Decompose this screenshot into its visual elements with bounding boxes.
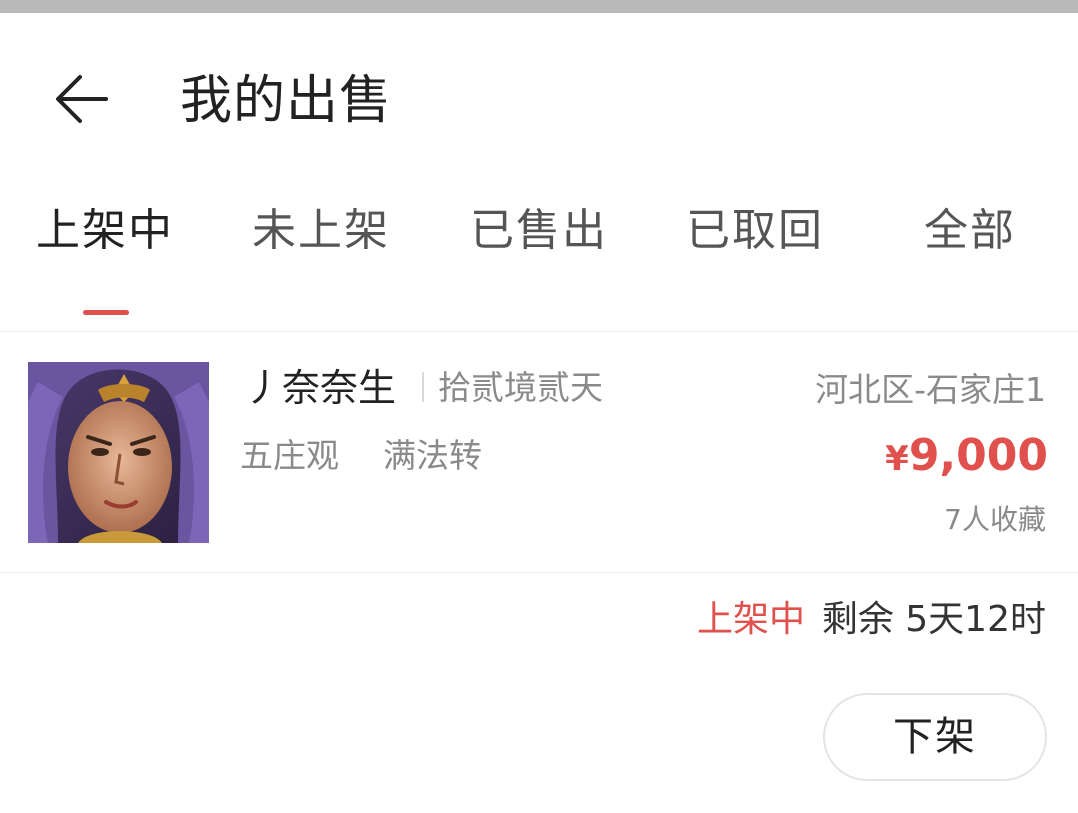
status-bar-strip — [0, 0, 1078, 13]
active-tab-indicator — [83, 310, 129, 315]
character-portrait-icon — [28, 362, 209, 543]
tab-retrieved[interactable]: 已取回 — [686, 203, 824, 263]
seller-name: 丿奈奈生 — [244, 366, 397, 410]
favorites-count: 7人收藏 — [944, 503, 1046, 536]
tab-all[interactable]: 全部 — [924, 203, 1016, 263]
tab-sold[interactable]: 已售出 — [470, 203, 608, 263]
tab-not-listed[interactable]: 未上架 — [252, 203, 390, 263]
delist-button[interactable]: 下架 — [823, 693, 1047, 781]
faction-label: 五庄观 — [240, 436, 339, 475]
remaining-time: 剩余 5天12时 — [821, 599, 1046, 640]
page-title: 我的出售 — [180, 71, 393, 131]
page-header: 我的出售 — [0, 13, 1078, 183]
tab-on-shelf[interactable]: 上架中 — [36, 203, 174, 263]
server-name: 拾贰境贰天 — [438, 368, 603, 407]
listing-item[interactable]: 丿奈奈生 拾贰境贰天 五庄观 满法转 河北区-石家庄1 ¥9,000 7人收藏 — [0, 332, 1078, 573]
region-label: 河北区-石家庄1 — [815, 370, 1046, 409]
arrow-left-icon — [56, 75, 108, 123]
price: ¥9,000 — [885, 428, 1048, 487]
listing-status-row: 上架中 剩余 5天12时 — [0, 573, 1078, 673]
status-badge: 上架中 — [697, 599, 806, 640]
level-label: 满法转 — [383, 436, 482, 475]
currency-symbol: ¥ — [885, 439, 909, 479]
avatar[interactable] — [28, 362, 209, 543]
back-button[interactable] — [50, 71, 112, 127]
price-value: 9,000 — [908, 430, 1048, 481]
tab-bar: 上架中 未上架 已售出 已取回 全部 — [0, 183, 1078, 332]
name-divider — [422, 372, 424, 402]
